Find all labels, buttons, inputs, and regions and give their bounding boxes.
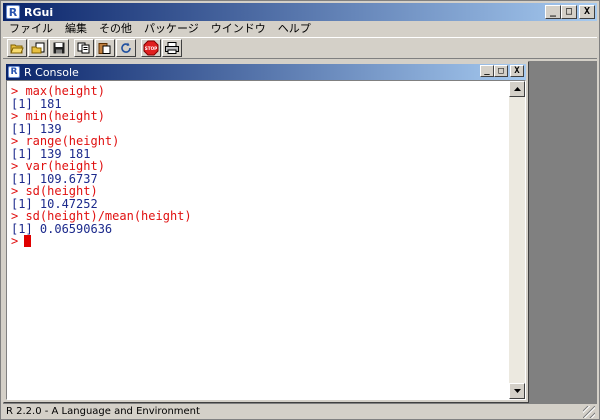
minimize-button[interactable]: _	[545, 5, 561, 19]
load-workspace-button[interactable]	[28, 39, 48, 57]
console-title: R Console	[24, 65, 79, 79]
save-workspace-button[interactable]	[49, 39, 69, 57]
load-workspace-icon	[31, 42, 45, 54]
console-text: > max(height) [1] 181 > min(height) [1] …	[11, 85, 511, 248]
open-script-button[interactable]	[7, 39, 27, 57]
arrow-up-icon	[513, 87, 521, 91]
console-minimize-button[interactable]: _	[480, 65, 494, 77]
console-command-line: > var(height)	[11, 159, 105, 173]
text-cursor	[24, 235, 32, 247]
console-close-button[interactable]: X	[510, 65, 524, 77]
rgui-window: R RGui _ □ X ファイル 編集 その他 パッケージ ウインドウ ヘルプ	[0, 0, 600, 420]
r-logo-icon: R	[8, 66, 20, 78]
stop-icon: STOP	[143, 40, 159, 56]
menu-bar: ファイル 編集 その他 パッケージ ウインドウ ヘルプ	[3, 21, 597, 37]
console-maximize-button[interactable]: □	[494, 65, 508, 77]
resize-grip-icon[interactable]	[583, 406, 595, 418]
copy-paste-button[interactable]	[116, 39, 136, 57]
console-vertical-scrollbar[interactable]	[509, 81, 525, 399]
r-logo-icon: R	[6, 5, 20, 19]
refresh-icon	[121, 42, 131, 53]
app-title-bar[interactable]: R RGui _ □ X	[3, 3, 597, 21]
menu-windows[interactable]: ウインドウ	[205, 21, 272, 37]
status-text: R 2.2.0 - A Language and Environment	[6, 406, 200, 417]
open-folder-icon	[10, 44, 24, 54]
scroll-up-button[interactable]	[509, 81, 525, 97]
menu-packages[interactable]: パッケージ	[138, 21, 205, 37]
stop-icon-label: STOP	[145, 46, 158, 51]
window-controls: _ □ X	[545, 5, 595, 19]
toolbar: STOP	[3, 37, 597, 59]
menu-edit[interactable]: 編集	[59, 21, 93, 37]
console-output-area[interactable]: > max(height) [1] 181 > min(height) [1] …	[6, 80, 526, 400]
paste-button[interactable]	[95, 39, 115, 57]
printer-icon	[165, 42, 179, 54]
console-command-line: > max(height)	[11, 84, 105, 98]
status-bar: R 2.2.0 - A Language and Environment	[3, 403, 597, 419]
copy-button[interactable]	[74, 39, 94, 57]
app-title: RGui	[24, 5, 54, 19]
mdi-client-area: R R Console _ □ X > max(height) [1] 181 …	[3, 61, 597, 403]
arrow-down-icon	[513, 389, 521, 393]
console-prompt-line[interactable]: >	[11, 235, 511, 248]
console-command-line: > min(height)	[11, 109, 105, 123]
menu-file[interactable]: ファイル	[3, 21, 59, 37]
stop-button[interactable]: STOP	[141, 39, 161, 57]
save-disk-icon	[53, 42, 65, 54]
copy-icon	[77, 42, 90, 54]
console-command-line: > sd(height)	[11, 184, 98, 198]
maximize-button[interactable]: □	[561, 5, 577, 19]
r-console-window: R R Console _ □ X > max(height) [1] 181 …	[3, 61, 529, 403]
console-title-bar[interactable]: R R Console _ □ X	[6, 64, 526, 80]
menu-help[interactable]: ヘルプ	[272, 21, 317, 37]
paste-icon	[98, 43, 111, 54]
menu-misc[interactable]: その他	[93, 21, 138, 37]
console-output-line: [1] 0.06590636	[11, 221, 113, 236]
console-prompt: >	[11, 234, 19, 248]
console-command-line: > range(height)	[11, 134, 120, 148]
print-button[interactable]	[162, 39, 182, 57]
scroll-down-button[interactable]	[509, 383, 525, 399]
close-button[interactable]: X	[579, 5, 595, 19]
console-command-line: > sd(height)/mean(height)	[11, 209, 192, 223]
console-window-controls: _ □ X	[480, 65, 524, 77]
